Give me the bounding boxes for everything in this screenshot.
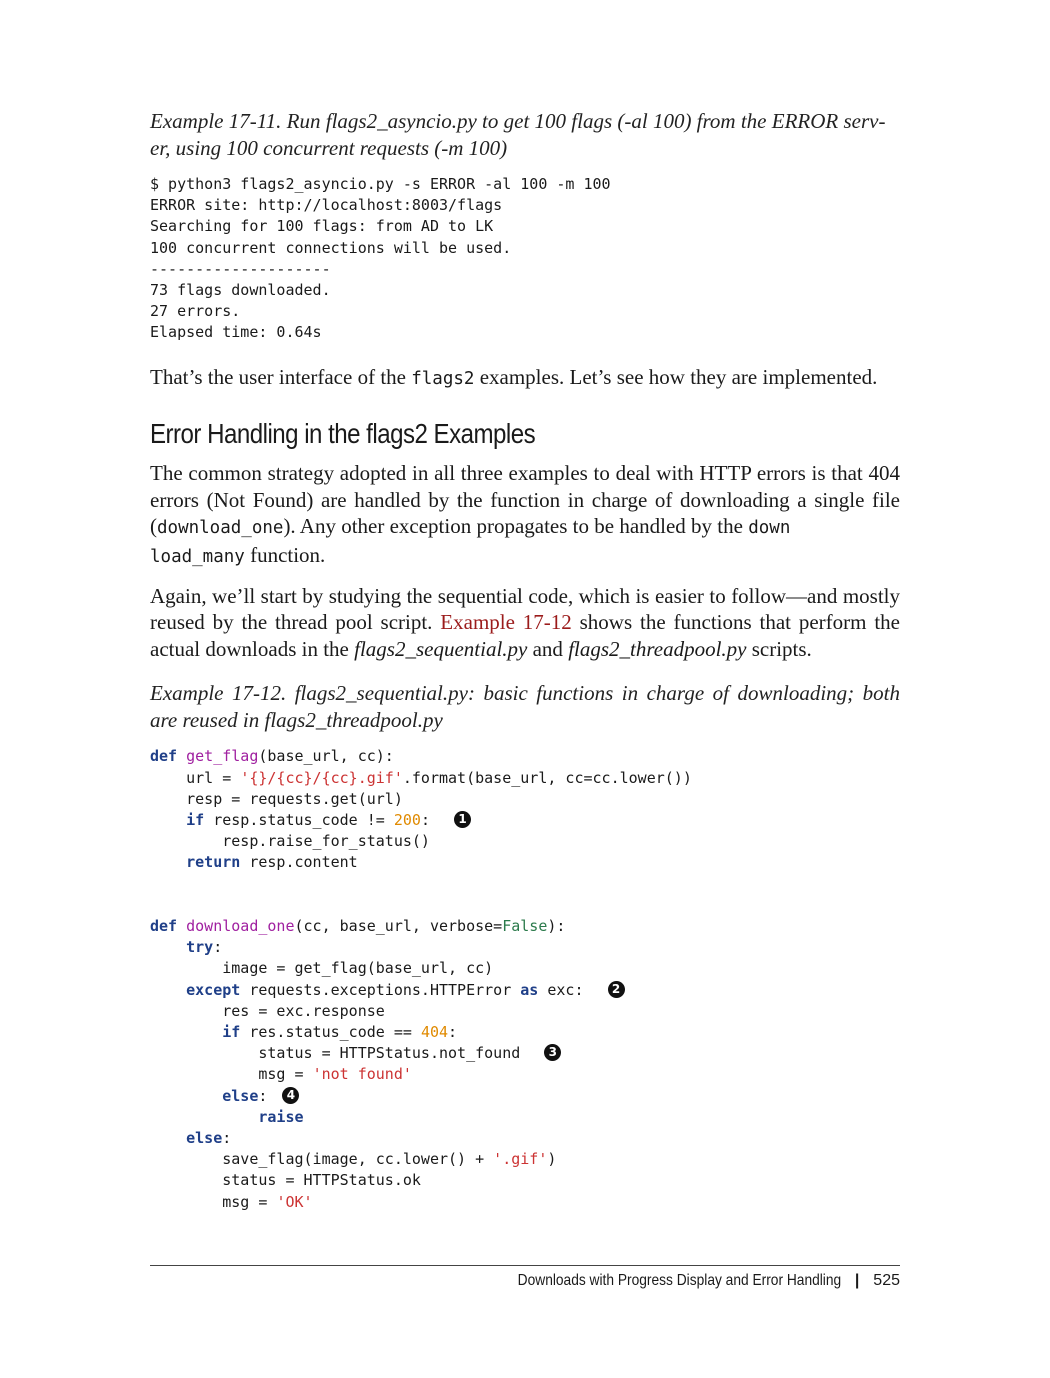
inline-code: load_many (150, 547, 245, 567)
text: and (527, 636, 569, 661)
callout-4-icon: 4 (282, 1086, 300, 1104)
footer-divider (150, 1265, 900, 1266)
output-line: Elapsed time: 0.64s (150, 323, 322, 342)
example-17-11-caption: Example 17-11. Run flags2_asyncio.py to … (150, 108, 900, 162)
caption-line: are reused in flags2_threadpool.py (150, 708, 443, 733)
running-footer-title: Downloads with Progress Display and Erro… (517, 1272, 841, 1289)
callout-3-icon: 3 (544, 1044, 562, 1062)
caption-line: er, using 100 concurrent requests (-m 10… (150, 136, 508, 160)
footer-separator: | (854, 1272, 860, 1289)
paragraph-sequential: Again, we’ll start by studying the seque… (150, 583, 900, 663)
cross-reference-link[interactable]: Example 17-12 (440, 610, 571, 634)
callout-2-icon: 2 (607, 980, 625, 998)
output-line: Searching for 100 flags: from AD to LK (150, 217, 494, 236)
code-listing: def get_flag(base_url, cc): url = '{}/{c… (150, 747, 692, 1211)
inline-code: download_one (157, 518, 284, 539)
text: function. (244, 543, 326, 567)
paragraph-strategy: The common strategy adopted in all three… (150, 460, 900, 570)
output-line: -------------------- (150, 259, 331, 278)
output-line: 73 flags downloaded. (150, 281, 331, 300)
book-page: Example 17-11. Run flags2_asyncio.py to … (150, 108, 900, 1213)
text: ). Any other exception propagates to be … (283, 514, 749, 539)
output-line: ERROR site: http://localhost:8003/flags (150, 196, 503, 215)
caption-line: Example 17-11. Run flags2_asyncio.py to … (150, 109, 886, 133)
filename: flags2_sequential.py (354, 636, 528, 661)
callout-1-icon: 1 (454, 810, 472, 828)
section-heading: Error Handling in the flags2 Examples (150, 418, 536, 450)
paragraph-ui-summary: That’s the user interface of the flags2 … (150, 364, 900, 393)
text: examples. Let’s see how they are impleme… (474, 364, 878, 389)
output-line: 27 errors. (150, 302, 241, 321)
caption-line: Example 17-12. flags2_sequential.py: bas… (150, 681, 900, 706)
example-17-12-caption: Example 17-12. flags2_sequential.py: bas… (150, 680, 900, 734)
text: That’s the user interface of the (150, 364, 412, 389)
output-line: $ python3 flags2_asyncio.py -s ERROR -al… (150, 175, 611, 193)
output-line: 100 concurrent connections will be used. (150, 238, 512, 257)
terminal-output: $ python3 flags2_asyncio.py -s ERROR -al… (150, 174, 900, 344)
text: scripts. (746, 636, 812, 661)
page-number: 525 (873, 1272, 900, 1289)
page-footer: Downloads with Progress Display and Erro… (150, 1272, 900, 1290)
filename: flags2_threadpool.py (568, 636, 747, 661)
inline-code: flags2 (411, 368, 475, 389)
inline-code: down (748, 518, 791, 539)
